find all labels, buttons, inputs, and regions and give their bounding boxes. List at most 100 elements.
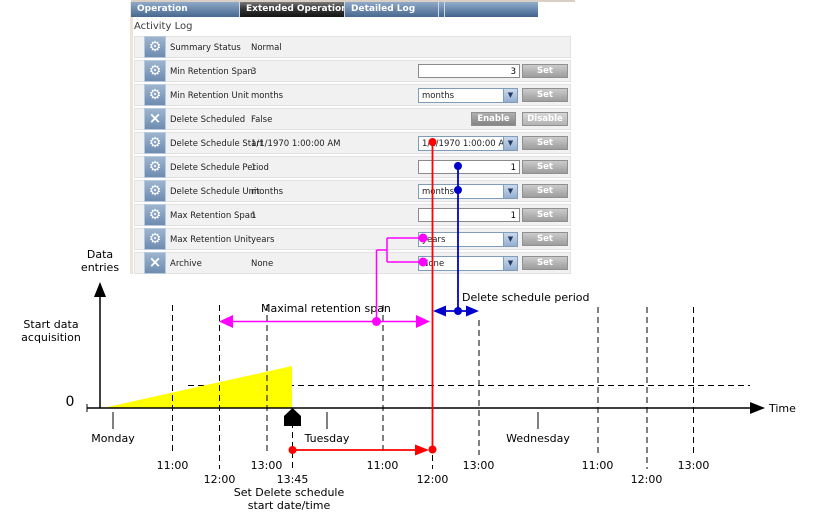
row-label: Min Retention Unit xyxy=(170,91,249,101)
schedule-start-marker xyxy=(284,408,301,426)
panel-left-strip xyxy=(130,2,133,274)
x-icon[interactable]: × xyxy=(144,108,166,130)
row-label: Archive xyxy=(170,259,202,269)
chevron-down-icon[interactable]: ▼ xyxy=(503,89,517,102)
delete-period-left-arrow xyxy=(433,306,446,317)
row-label: Max Retention Span xyxy=(170,211,255,221)
gear-icon[interactable]: ⚙ xyxy=(144,132,166,154)
min-retention-span-input[interactable] xyxy=(418,64,520,78)
gear-icon[interactable]: ⚙ xyxy=(144,228,166,250)
page: Operation Extended Operation Detailed Lo… xyxy=(0,0,822,516)
set-button[interactable]: Set xyxy=(522,88,568,102)
select-value: None xyxy=(422,259,444,269)
row-label: Summary Status xyxy=(170,43,241,53)
tab-operation[interactable]: Operation xyxy=(131,2,240,17)
gear-icon[interactable]: ⚙ xyxy=(144,84,166,106)
min-retention-unit-select[interactable]: months ▼ xyxy=(418,88,518,103)
row-summary-status: ⚙ Summary Status Normal xyxy=(134,36,571,58)
axes xyxy=(87,282,765,429)
day-label-tuesday: Tuesday xyxy=(299,432,355,445)
hour-label: 12:00 xyxy=(628,473,665,486)
row-value: months xyxy=(251,91,283,101)
row-value: None xyxy=(251,259,273,269)
max-retention-unit-select[interactable]: years ▼ xyxy=(418,232,518,247)
select-value: months xyxy=(422,187,454,197)
row-min-retention-span: ⚙ Min Retention Span 3 Set xyxy=(134,60,571,82)
hour-label: 11:00 xyxy=(364,459,401,472)
tab-extended-operation[interactable]: Extended Operation xyxy=(240,2,345,17)
delete-schedule-start-select[interactable]: 1/1/1970 1:00:00 AM ▼ xyxy=(418,136,518,151)
gears-icon[interactable]: ⚙ xyxy=(144,36,166,58)
hour-label: 13:00 xyxy=(675,459,712,472)
settings-rows: ⚙ Summary Status Normal ⚙ Min Retention … xyxy=(134,36,571,276)
data-accumulation-triangle xyxy=(103,366,292,408)
enable-button[interactable]: Enable xyxy=(471,112,516,126)
gear-icon[interactable]: ⚙ xyxy=(144,156,166,178)
origin-label: 0 xyxy=(60,396,80,409)
gear-icon[interactable]: ⚙ xyxy=(144,204,166,226)
row-value: years xyxy=(251,235,274,245)
row-label: Delete Schedule Unit xyxy=(170,187,260,197)
y-axis-label: Data entries xyxy=(70,248,130,274)
section-title: Activity Log xyxy=(134,21,192,32)
row-archive: × Archive None None ▼ Set xyxy=(134,252,571,274)
hour-label: 12:00 xyxy=(201,473,238,486)
set-button[interactable]: Set xyxy=(522,64,568,78)
hour-label: 13:00 xyxy=(248,459,285,472)
hour-label: 11:00 xyxy=(579,459,616,472)
row-label: Max Retention Unit xyxy=(170,235,251,245)
row-value: 1/1/1970 1:00:00 AM xyxy=(251,139,341,149)
max-retention-right-arrow xyxy=(416,315,430,328)
hour-label: 13:45 xyxy=(274,473,311,486)
archive-select[interactable]: None ▼ xyxy=(418,256,518,271)
max-retention-annotation: Maximal retention span xyxy=(261,302,391,315)
set-button[interactable]: Set xyxy=(522,184,568,198)
tab-bar-spacer xyxy=(444,2,538,17)
gear-icon[interactable]: ⚙ xyxy=(144,180,166,202)
row-label: Delete Schedule Start xyxy=(170,139,263,149)
row-max-retention-span: ⚙ Max Retention Span 1 Set xyxy=(134,204,571,226)
row-delete-schedule-period: ⚙ Delete Schedule Period 1 Set xyxy=(134,156,571,178)
hour-gridlines xyxy=(173,305,694,469)
set-button[interactable]: Set xyxy=(522,136,568,150)
x-axis-label: Time xyxy=(769,402,796,415)
start-acquisition-label: Start data acquisition xyxy=(6,318,96,344)
set-button[interactable]: Set xyxy=(522,160,568,174)
set-button[interactable]: Set xyxy=(522,232,568,246)
disable-button[interactable]: Disable xyxy=(522,112,568,126)
set-button[interactable]: Set xyxy=(522,208,568,222)
set-start-annotation: Set Delete schedule start date/time xyxy=(229,486,349,512)
select-value: years xyxy=(422,235,445,245)
tab-detailed-log[interactable]: Detailed Log xyxy=(345,2,439,17)
hour-label: 11:00 xyxy=(154,459,191,472)
x-icon[interactable]: × xyxy=(144,252,166,274)
delete-start-arrow xyxy=(415,445,429,456)
select-value: 1/1/1970 1:00:00 AM xyxy=(422,139,512,149)
delete-schedule-unit-select[interactable]: months ▼ xyxy=(418,184,518,199)
set-button[interactable]: Set xyxy=(522,256,568,270)
row-delete-schedule-unit: ⚙ Delete Schedule Unit months months ▼ S… xyxy=(134,180,571,202)
row-value: 1 xyxy=(251,211,256,221)
delete-period-right-arrow xyxy=(466,306,479,317)
hour-label: 12:00 xyxy=(414,473,451,486)
row-value: months xyxy=(251,187,283,197)
gear-icon[interactable]: ⚙ xyxy=(144,60,166,82)
row-value: 3 xyxy=(251,67,256,77)
row-value: Normal xyxy=(251,43,282,53)
tab-bar: Operation Extended Operation Detailed Lo… xyxy=(131,2,538,17)
hour-label: 13:00 xyxy=(460,459,497,472)
chevron-down-icon[interactable]: ▼ xyxy=(503,137,517,150)
row-delete-schedule-start: ⚙ Delete Schedule Start 1/1/1970 1:00:00… xyxy=(134,132,571,154)
chevron-down-icon[interactable]: ▼ xyxy=(503,257,517,270)
day-label-wednesday: Wednesday xyxy=(502,432,574,445)
day-label-monday: Monday xyxy=(85,432,141,445)
row-label: Delete Scheduled xyxy=(170,115,245,125)
row-max-retention-unit: ⚙ Max Retention Unit years years ▼ Set xyxy=(134,228,571,250)
chevron-down-icon[interactable]: ▼ xyxy=(503,233,517,246)
row-label: Min Retention Span xyxy=(170,67,253,77)
chevron-down-icon[interactable]: ▼ xyxy=(503,185,517,198)
max-retention-span-input[interactable] xyxy=(418,208,520,222)
row-value: 1 xyxy=(251,163,256,173)
delete-schedule-period-input[interactable] xyxy=(418,160,520,174)
max-retention-left-arrow xyxy=(219,315,233,328)
